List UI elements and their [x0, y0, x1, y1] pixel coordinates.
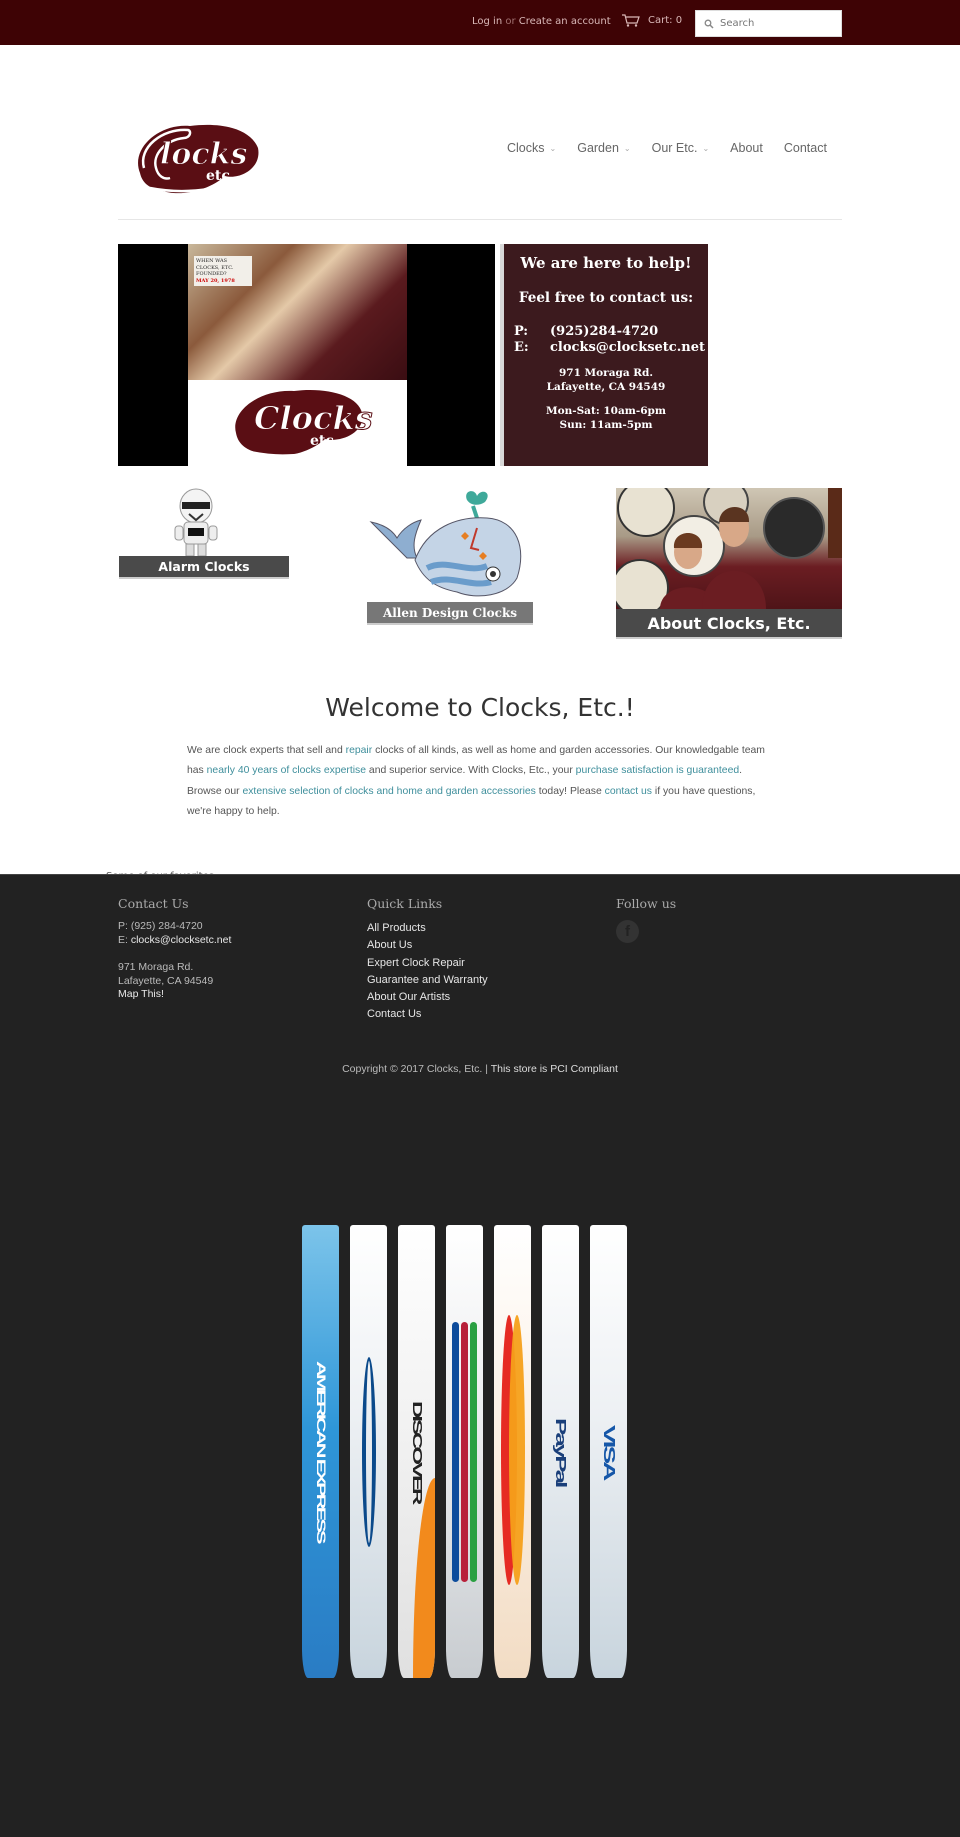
search-box[interactable] [695, 10, 842, 37]
copyright: Copyright © 2017 Clocks, Etc. | This sto… [342, 1063, 618, 1075]
tile-about-label: About Clocks, Etc. [616, 609, 842, 639]
chevron-down-icon: ⌄ [702, 143, 710, 153]
cart-link[interactable]: Cart: 0 [622, 14, 682, 27]
banner-address: 971 Moraga Rd. Lafayette, CA 94549 [546, 367, 666, 393]
owners-photo: WHEN WAS CLOCKS, ETC. FOUNDED? MAY 20, 1… [188, 244, 407, 380]
create-account-link[interactable]: Create an account [519, 16, 611, 27]
footer-follow: Follow us f [616, 896, 676, 943]
nav-contact[interactable]: Contact [784, 141, 827, 155]
footer-email-line: E: clocks@clocksetc.net [118, 933, 232, 946]
welcome-heading: Welcome to Clocks, Etc.! [325, 693, 635, 722]
footer-quick-links: Quick Links All Products About Us Expert… [367, 896, 488, 1024]
nav-contact-label: Contact [783, 141, 827, 155]
quick-link-guarantee[interactable]: Guarantee and Warranty [367, 972, 488, 989]
quick-link-contact-us[interactable]: Contact Us [367, 1006, 488, 1023]
expertise-link[interactable]: nearly 40 years of clocks expertise [207, 765, 366, 776]
search-input[interactable] [720, 18, 830, 29]
tile-allen-label: Allen Design Clocks [367, 602, 533, 625]
nav-our-etc-label: Our Etc. [651, 141, 698, 155]
tile-allen-design[interactable]: Allen Design Clocks [367, 488, 533, 625]
visa-icon: VISA [590, 1225, 627, 1678]
stormtrooper-clock-image [174, 488, 218, 556]
paypal-icon: PayPal [542, 1225, 579, 1678]
clocks-etc-logo-icon: locks etc. [138, 124, 259, 194]
nav-garden-label: Garden [577, 141, 619, 155]
footer-contact: Contact Us P: (925) 284-4720 E: clocks@c… [118, 896, 231, 1002]
banner-email: clocks@clocksetc.net [550, 340, 705, 355]
main-nav: Clocks ⌄ Garden ⌄ Our Etc. ⌄ About Contact [507, 141, 827, 155]
top-bar: Log in or Create an account Cart: 0 [0, 0, 960, 45]
header-divider [118, 219, 842, 220]
nav-our-etc[interactable]: Our Etc. ⌄ [652, 141, 710, 155]
site-logo[interactable]: locks etc. [130, 118, 266, 198]
quick-link-expert-clock-repair[interactable]: Expert Clock Repair [367, 955, 488, 972]
footer-address-1: 971 Moraga Rd. [118, 961, 194, 973]
map-this-link[interactable]: Map This! [118, 988, 231, 1002]
cart-icon [622, 14, 640, 27]
search-icon [704, 19, 714, 29]
facebook-icon[interactable]: f [616, 920, 639, 943]
footer-follow-title: Follow us [616, 896, 677, 911]
founded-note: WHEN WAS CLOCKS, ETC. FOUNDED? MAY 20, 1… [194, 256, 252, 286]
tile-alarm-label: Alarm Clocks [119, 556, 289, 579]
jcb-icon [446, 1225, 483, 1678]
mastercard-icon [494, 1225, 531, 1678]
pci-compliant-link[interactable]: This store is PCI Compliant [491, 1063, 618, 1075]
hero-logo: Clocks etc. [188, 380, 407, 466]
footer-contact-title: Contact Us [118, 896, 189, 911]
discover-icon: DISCOVER [398, 1225, 435, 1678]
tile-about-clocks-etc[interactable]: About Clocks, Etc. [616, 488, 842, 639]
account-links: Log in or Create an account [472, 16, 611, 27]
chevron-down-icon: ⌄ [623, 143, 631, 153]
tile-alarm-clocks[interactable]: Alarm Clocks [119, 488, 289, 579]
payment-icons: AMERICAN EXPRESS DISCOVER PayPal VISA [302, 1225, 627, 1678]
cart-count: Cart: 0 [648, 15, 683, 26]
svg-text:etc.: etc. [206, 168, 235, 184]
chevron-down-icon: ⌄ [549, 143, 557, 153]
svg-text:Clocks: Clocks [254, 399, 373, 437]
repair-link[interactable]: repair [346, 745, 373, 756]
whale-clock-image [369, 491, 522, 597]
footer: Contact Us P: (925) 284-4720 E: clocks@c… [0, 874, 960, 1837]
banner-title: We are here to help! [520, 254, 692, 272]
nav-garden[interactable]: Garden ⌄ [577, 141, 630, 155]
footer-phone: P: (925) 284-4720 [118, 920, 203, 932]
clocks-etc-logo-icon: Clocks etc. [234, 389, 373, 457]
contact-banner: We are here to help! Feel free to contac… [500, 244, 708, 466]
quick-link-about-us[interactable]: About Us [367, 937, 488, 954]
shop-owners-image [616, 488, 842, 609]
nav-clocks-label: Clocks [507, 141, 545, 155]
hero-photo: WHEN WAS CLOCKS, ETC. FOUNDED? MAY 20, 1… [118, 244, 495, 466]
nav-clocks[interactable]: Clocks ⌄ [507, 141, 556, 155]
quick-link-about-artists[interactable]: About Our Artists [367, 989, 488, 1006]
welcome-paragraph: We are clock experts that sell and repai… [187, 745, 765, 817]
footer-address-2: Lafayette, CA 94549 [118, 974, 214, 987]
svg-text:locks: locks [160, 137, 247, 172]
selection-link[interactable]: extensive selection of clocks and home a… [242, 786, 535, 797]
footer-quick-links-title: Quick Links [367, 896, 443, 911]
contact-us-link[interactable]: contact us [605, 786, 652, 797]
diners-club-icon [350, 1225, 387, 1678]
banner-phone: (925)284-4720 [550, 324, 659, 339]
banner-contact: P: (925)284-4720 E: clocks@clocksetc.net [514, 324, 705, 355]
banner-subtitle: Feel free to contact us: [518, 290, 694, 306]
or-text: or [505, 16, 516, 27]
login-link[interactable]: Log in [472, 16, 502, 27]
main-content: locks etc. Clocks ⌄ Garden ⌄ Our Etc. ⌄ Abo… [0, 45, 960, 882]
nav-about-label: About [730, 141, 763, 155]
amex-icon: AMERICAN EXPRESS [302, 1225, 339, 1678]
quick-link-all-products[interactable]: All Products [367, 920, 488, 937]
banner-hours: Mon-Sat: 10am-6pm Sun: 11am-5pm [545, 405, 667, 431]
guarantee-link[interactable]: purchase satisfaction is guaranteed [576, 765, 739, 776]
footer-email-link[interactable]: clocks@clocksetc.net [131, 934, 232, 946]
nav-about[interactable]: About [730, 141, 763, 155]
